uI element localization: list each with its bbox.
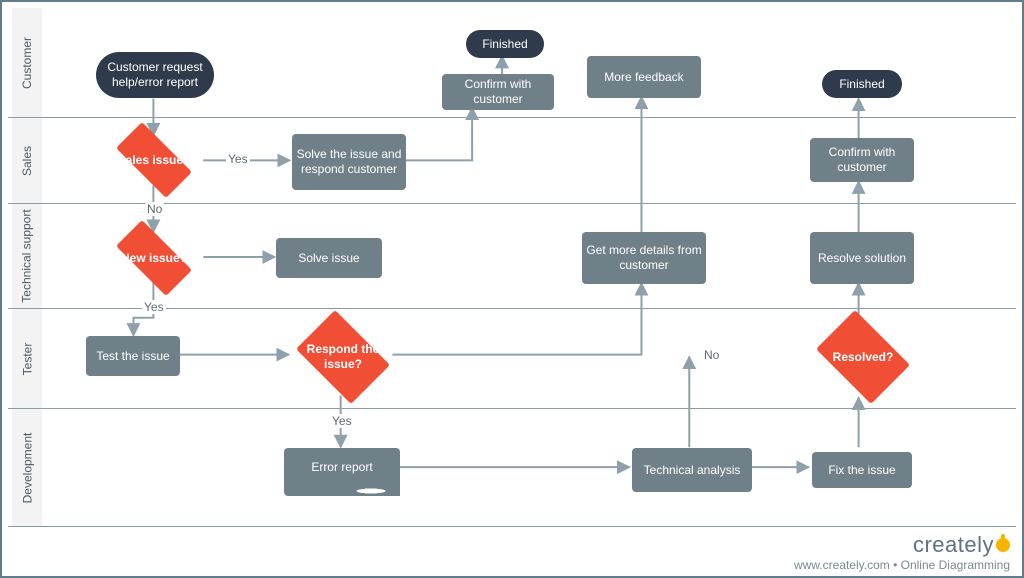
decision-resolved: Resolved? bbox=[808, 318, 918, 396]
footer: creately www.creately.com • Online Diagr… bbox=[794, 532, 1010, 572]
finished-2: Finished bbox=[822, 70, 902, 98]
edge-label-respond-yes: Yes bbox=[330, 414, 354, 428]
document-error-report: Error report bbox=[284, 448, 400, 486]
brand-logo: creately bbox=[913, 532, 1010, 558]
process-get-details: Get more details from customer bbox=[582, 232, 706, 284]
process-solve-respond: Solve the issue and respond customer bbox=[292, 134, 406, 190]
finished-1: Finished bbox=[466, 30, 544, 58]
edge-label-sales-yes: Yes bbox=[226, 152, 250, 166]
decision-new-issue: New issue? bbox=[104, 232, 204, 284]
edge-label-sales-no: No bbox=[145, 202, 164, 216]
lightbulb-icon bbox=[996, 538, 1010, 552]
lane-label-support: Technical support bbox=[12, 204, 43, 308]
lane-label-development: Development bbox=[12, 409, 43, 526]
process-solve-issue: Solve issue bbox=[276, 238, 382, 278]
edge-label-respond-no: No bbox=[702, 348, 721, 362]
process-resolve-solution: Resolve solution bbox=[810, 232, 914, 284]
decision-sales-issue: Sales issue? bbox=[104, 134, 204, 186]
flowchart-canvas: Customer Sales Technical support Tester … bbox=[4, 4, 1020, 574]
footer-byline: www.creately.com • Online Diagramming bbox=[794, 558, 1010, 572]
process-confirm-1: Confirm with customer bbox=[442, 74, 554, 110]
process-confirm-2: Confirm with customer bbox=[810, 138, 914, 182]
start-terminator: Customer request help/error report bbox=[96, 52, 214, 98]
process-more-feedback: More feedback bbox=[587, 56, 701, 98]
decision-respond-issue: Respond the issue? bbox=[288, 318, 398, 396]
lane-label-sales: Sales bbox=[12, 118, 43, 203]
edge-label-new-yes: Yes bbox=[142, 300, 166, 314]
process-tech-analysis: Technical analysis bbox=[632, 448, 752, 492]
process-test-issue: Test the issue bbox=[86, 336, 180, 376]
process-fix-issue: Fix the issue bbox=[812, 452, 912, 488]
lane-label-customer: Customer bbox=[12, 8, 43, 117]
lane-label-tester: Tester bbox=[12, 309, 43, 408]
